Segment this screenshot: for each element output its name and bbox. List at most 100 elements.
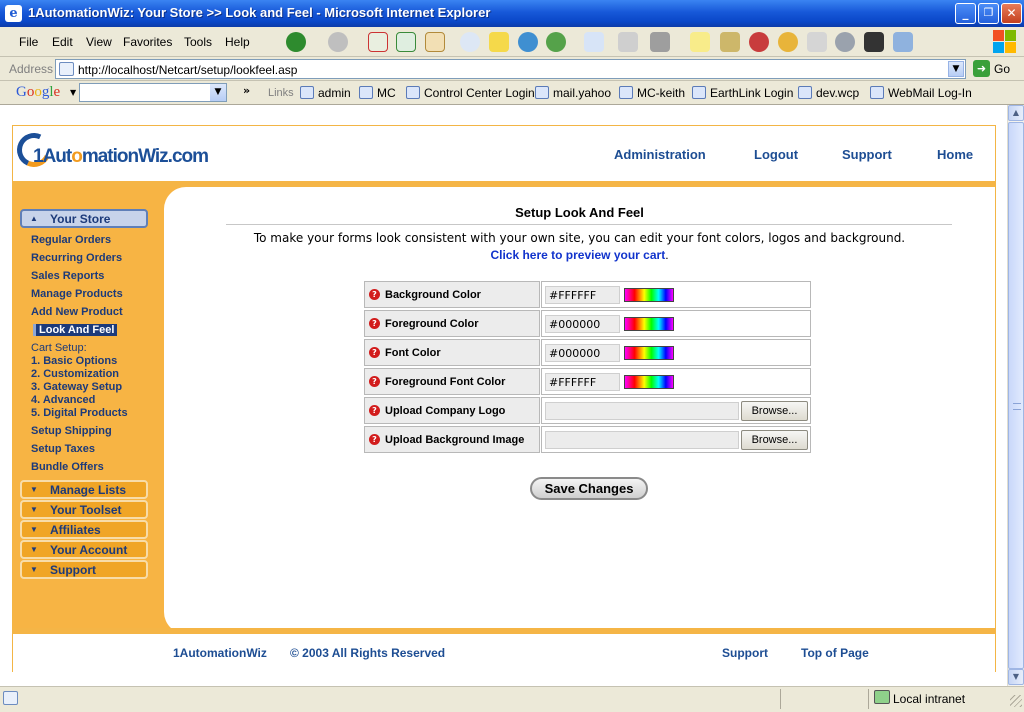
sidebar-basic-options[interactable]: 1. Basic Options xyxy=(31,355,117,367)
link-admin[interactable]: admin xyxy=(300,86,351,100)
nav-home[interactable]: Home xyxy=(937,147,973,162)
link-webmail[interactable]: WebMail Log-In xyxy=(870,86,972,100)
sidebar-advanced[interactable]: 4. Advanced xyxy=(31,394,95,406)
stop-icon[interactable] xyxy=(368,32,388,52)
nav-administration[interactable]: Administration xyxy=(614,147,706,162)
window-title-bar[interactable]: e 1AutomationWiz: Your Store >> Look and… xyxy=(0,0,1024,27)
sidebar-setup-taxes[interactable]: Setup Taxes xyxy=(31,443,95,455)
nav-support[interactable]: Support xyxy=(842,147,892,162)
research-icon[interactable] xyxy=(720,32,740,52)
menu-file[interactable]: File xyxy=(19,35,38,49)
more-chevron-icon[interactable]: » xyxy=(243,84,250,97)
address-url[interactable]: http://localhost/Netcart/setup/lookfeel.… xyxy=(78,63,297,77)
chevron-down-icon[interactable]: ▼ xyxy=(210,84,226,101)
link-dev-wcp[interactable]: dev.wcp xyxy=(798,86,859,100)
edit-icon[interactable] xyxy=(650,32,670,52)
help-icon[interactable]: ? xyxy=(369,405,380,416)
foreground-font-color-input[interactable]: #FFFFFF xyxy=(545,373,620,391)
sidebar-manage-products[interactable]: Manage Products xyxy=(31,288,123,300)
footer-top-link[interactable]: Top of Page xyxy=(801,646,869,660)
sidebar-gateway-setup[interactable]: 3. Gateway Setup xyxy=(31,381,122,393)
history-icon[interactable] xyxy=(546,32,566,52)
color-picker-icon[interactable] xyxy=(624,346,674,360)
menu-tools[interactable]: Tools xyxy=(184,35,212,49)
menu-view[interactable]: View xyxy=(86,35,112,49)
link-mc-keith[interactable]: MC-keith xyxy=(619,86,685,100)
spy-icon[interactable] xyxy=(749,32,769,52)
menu-edit[interactable]: Edit xyxy=(52,35,73,49)
save-changes-button[interactable]: Save Changes xyxy=(530,477,648,500)
sidebar-look-and-feel[interactable]: Look And Feel xyxy=(33,324,118,336)
link-control-center[interactable]: Control Center Login xyxy=(406,86,535,100)
browse-background-button[interactable]: Browse... xyxy=(741,430,808,450)
refresh-icon[interactable] xyxy=(396,32,416,52)
help-icon[interactable]: ? xyxy=(369,434,380,445)
help-icon[interactable]: ? xyxy=(369,289,380,300)
background-file-input[interactable] xyxy=(545,431,739,449)
logo-file-input[interactable] xyxy=(545,402,739,420)
search-icon[interactable] xyxy=(460,32,480,52)
tool-icon[interactable] xyxy=(893,32,913,52)
sidebar-setup-shipping[interactable]: Setup Shipping xyxy=(31,425,112,437)
link-earthlink[interactable]: EarthLink Login xyxy=(692,86,793,100)
sidebar-regular-orders[interactable]: Regular Orders xyxy=(31,234,111,246)
back-icon[interactable] xyxy=(286,32,306,52)
sidebar-add-new-product[interactable]: Add New Product xyxy=(31,306,123,318)
font-color-input[interactable]: #000000 xyxy=(545,344,620,362)
sidebar-bundle-offers[interactable]: Bundle Offers xyxy=(31,461,104,473)
color-picker-icon[interactable] xyxy=(624,317,674,331)
close-button[interactable]: ✕ xyxy=(1001,3,1022,24)
link-mc[interactable]: MC xyxy=(359,86,396,100)
sidebar-digital-products[interactable]: 5. Digital Products xyxy=(31,407,128,419)
sidebar-customization[interactable]: 2. Customization xyxy=(31,368,119,380)
award-icon[interactable] xyxy=(778,32,798,52)
help-icon[interactable]: ? xyxy=(369,318,380,329)
resize-grip-icon[interactable] xyxy=(1010,695,1022,707)
scroll-thumb[interactable] xyxy=(1008,122,1024,669)
note-icon[interactable] xyxy=(690,32,710,52)
nav-logout[interactable]: Logout xyxy=(754,147,798,162)
sidebar-your-account[interactable]: ▼ Your Account xyxy=(20,540,148,559)
sidebar-manage-lists[interactable]: ▼ Manage Lists xyxy=(20,480,148,499)
sidebar-support[interactable]: ▼ Support xyxy=(20,560,148,579)
google-search-input[interactable]: ▼ xyxy=(79,83,227,102)
sidebar-recurring-orders[interactable]: Recurring Orders xyxy=(31,252,122,264)
address-input[interactable]: http://localhost/Netcart/setup/lookfeel.… xyxy=(55,59,966,79)
home-icon[interactable] xyxy=(425,32,445,52)
sidebar-affiliates[interactable]: ▼ Affiliates xyxy=(20,520,148,539)
favorites-icon[interactable] xyxy=(489,32,509,52)
site-logo[interactable]: 1AutomationWiz.com xyxy=(12,128,209,179)
color-picker-icon[interactable] xyxy=(624,288,674,302)
background-color-input[interactable]: #FFFFFF xyxy=(545,286,620,304)
background-color-row: ? Background Color #FFFFFF xyxy=(364,281,813,308)
foreground-color-input[interactable]: #000000 xyxy=(545,315,620,333)
sidebar-your-store[interactable]: ▲ Your Store xyxy=(20,209,148,228)
color-picker-icon[interactable] xyxy=(624,375,674,389)
media-icon[interactable] xyxy=(518,32,538,52)
messenger-icon[interactable] xyxy=(807,32,827,52)
forward-icon[interactable] xyxy=(328,32,348,52)
minimize-button[interactable]: _ xyxy=(955,3,976,24)
help-icon[interactable]: ? xyxy=(369,347,380,358)
print-icon[interactable] xyxy=(618,32,638,52)
mail-icon[interactable] xyxy=(584,32,604,52)
mc-icon[interactable] xyxy=(864,32,884,52)
footer-support-link[interactable]: Support xyxy=(722,646,768,660)
link-mail-yahoo[interactable]: mail.yahoo xyxy=(535,86,611,100)
preview-cart-link[interactable]: Click here to preview your cart xyxy=(490,248,665,262)
sidebar-sales-reports[interactable]: Sales Reports xyxy=(31,270,104,282)
help-icon[interactable]: ? xyxy=(369,376,380,387)
google-menu-icon[interactable]: ▼ xyxy=(70,88,76,97)
go-button[interactable]: ➜ Go xyxy=(972,59,1022,79)
menu-help[interactable]: Help xyxy=(225,35,250,49)
menu-favorites[interactable]: Favorites xyxy=(123,35,172,49)
chevron-down-icon[interactable]: ▼ xyxy=(948,61,964,77)
google-toolbar-logo[interactable]: Google xyxy=(16,84,60,101)
vertical-scrollbar[interactable]: ▲ ▼ xyxy=(1007,105,1024,686)
restore-button[interactable]: ❐ xyxy=(978,3,999,24)
discuss-icon[interactable] xyxy=(835,32,855,52)
sidebar-your-toolset[interactable]: ▼ Your Toolset xyxy=(20,500,148,519)
scroll-up-icon[interactable]: ▲ xyxy=(1008,105,1024,121)
browse-logo-button[interactable]: Browse... xyxy=(741,401,808,421)
scroll-down-icon[interactable]: ▼ xyxy=(1008,669,1024,685)
